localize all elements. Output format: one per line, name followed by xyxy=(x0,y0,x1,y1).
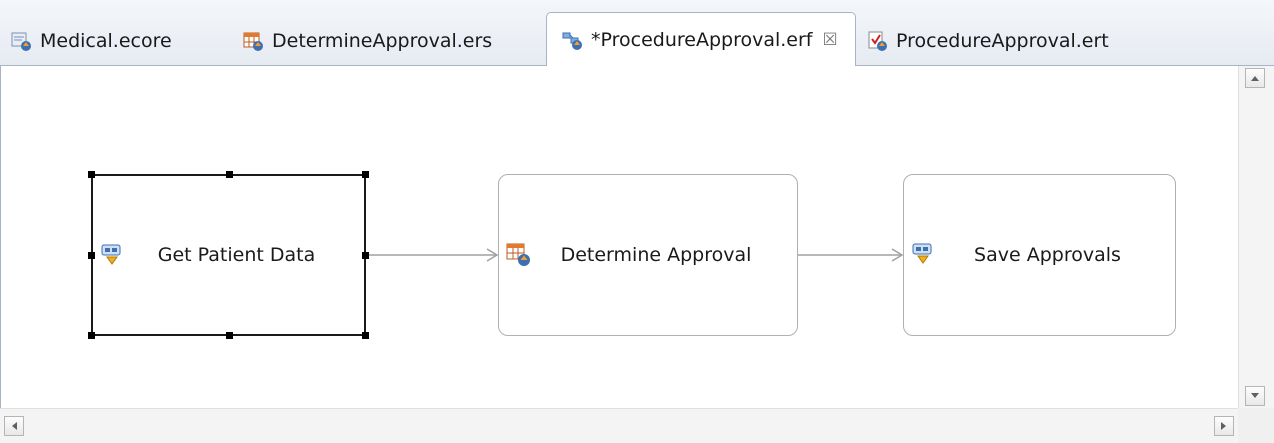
ecore-model-icon xyxy=(11,32,31,51)
flow-node-determine-approval[interactable]: Determine Approval xyxy=(498,174,798,336)
action-icon xyxy=(101,244,121,265)
scroll-down-button[interactable] xyxy=(1245,386,1265,406)
scroll-right-button[interactable] xyxy=(1214,416,1234,436)
tab-label: DetermineApproval.ers xyxy=(272,30,493,52)
scroll-up-button[interactable] xyxy=(1245,68,1265,88)
scroll-left-button[interactable] xyxy=(4,416,24,436)
resize-handle[interactable] xyxy=(362,252,369,259)
flow-node-get-patient-data[interactable]: Get Patient Data xyxy=(88,171,369,339)
connector-1 xyxy=(366,248,499,262)
rule-test-icon xyxy=(868,31,887,51)
arrow-left-icon xyxy=(12,422,17,430)
node-label: Determine Approval xyxy=(560,244,752,266)
scrollbar-corner xyxy=(1238,408,1274,443)
resize-handle[interactable] xyxy=(88,252,95,259)
resize-handle[interactable] xyxy=(88,171,95,178)
tab-medical-ecore[interactable]: Medical.ecore xyxy=(10,16,172,66)
vertical-scrollbar[interactable] xyxy=(1238,66,1274,408)
resize-handle[interactable] xyxy=(88,332,95,339)
arrow-up-icon xyxy=(1251,76,1259,81)
tab-label: Medical.ecore xyxy=(40,30,172,52)
flow-node-save-approvals[interactable]: Save Approvals xyxy=(903,174,1176,336)
tab-label: ProcedureApproval.ert xyxy=(896,30,1109,52)
editor-tab-strip: Medical.ecore DetermineApproval.ers *Pro… xyxy=(0,0,1274,67)
resize-handle[interactable] xyxy=(226,171,233,178)
horizontal-scrollbar[interactable] xyxy=(0,408,1238,443)
resize-handle[interactable] xyxy=(362,171,369,178)
rule-flow-icon xyxy=(562,32,582,50)
close-tab-icon[interactable]: ☒ xyxy=(823,30,838,50)
arrow-down-icon xyxy=(1251,393,1259,398)
arrow-right-icon xyxy=(1221,422,1226,430)
action-icon xyxy=(912,243,932,264)
connector-2 xyxy=(797,248,904,262)
rule-flow-editor: Medical.ecore DetermineApproval.ers *Pro… xyxy=(0,0,1274,443)
tab-determine-approval-ers[interactable]: DetermineApproval.ers xyxy=(242,16,492,66)
resize-handle[interactable] xyxy=(226,332,233,339)
tab-procedure-approval-ert[interactable]: ProcedureApproval.ert xyxy=(866,16,1109,66)
node-label: Save Approvals xyxy=(974,244,1121,266)
node-label: Get Patient Data xyxy=(157,244,316,266)
rule-set-icon xyxy=(506,243,530,266)
tab-label: *ProcedureApproval.erf xyxy=(591,29,813,51)
rule-set-icon xyxy=(243,32,263,51)
resize-handle[interactable] xyxy=(362,332,369,339)
diagram-canvas[interactable]: Get Patient Data Determine Approval Save… xyxy=(0,66,1274,443)
tab-procedure-approval-erf[interactable]: *ProcedureApproval.erf ☒ xyxy=(546,12,856,67)
